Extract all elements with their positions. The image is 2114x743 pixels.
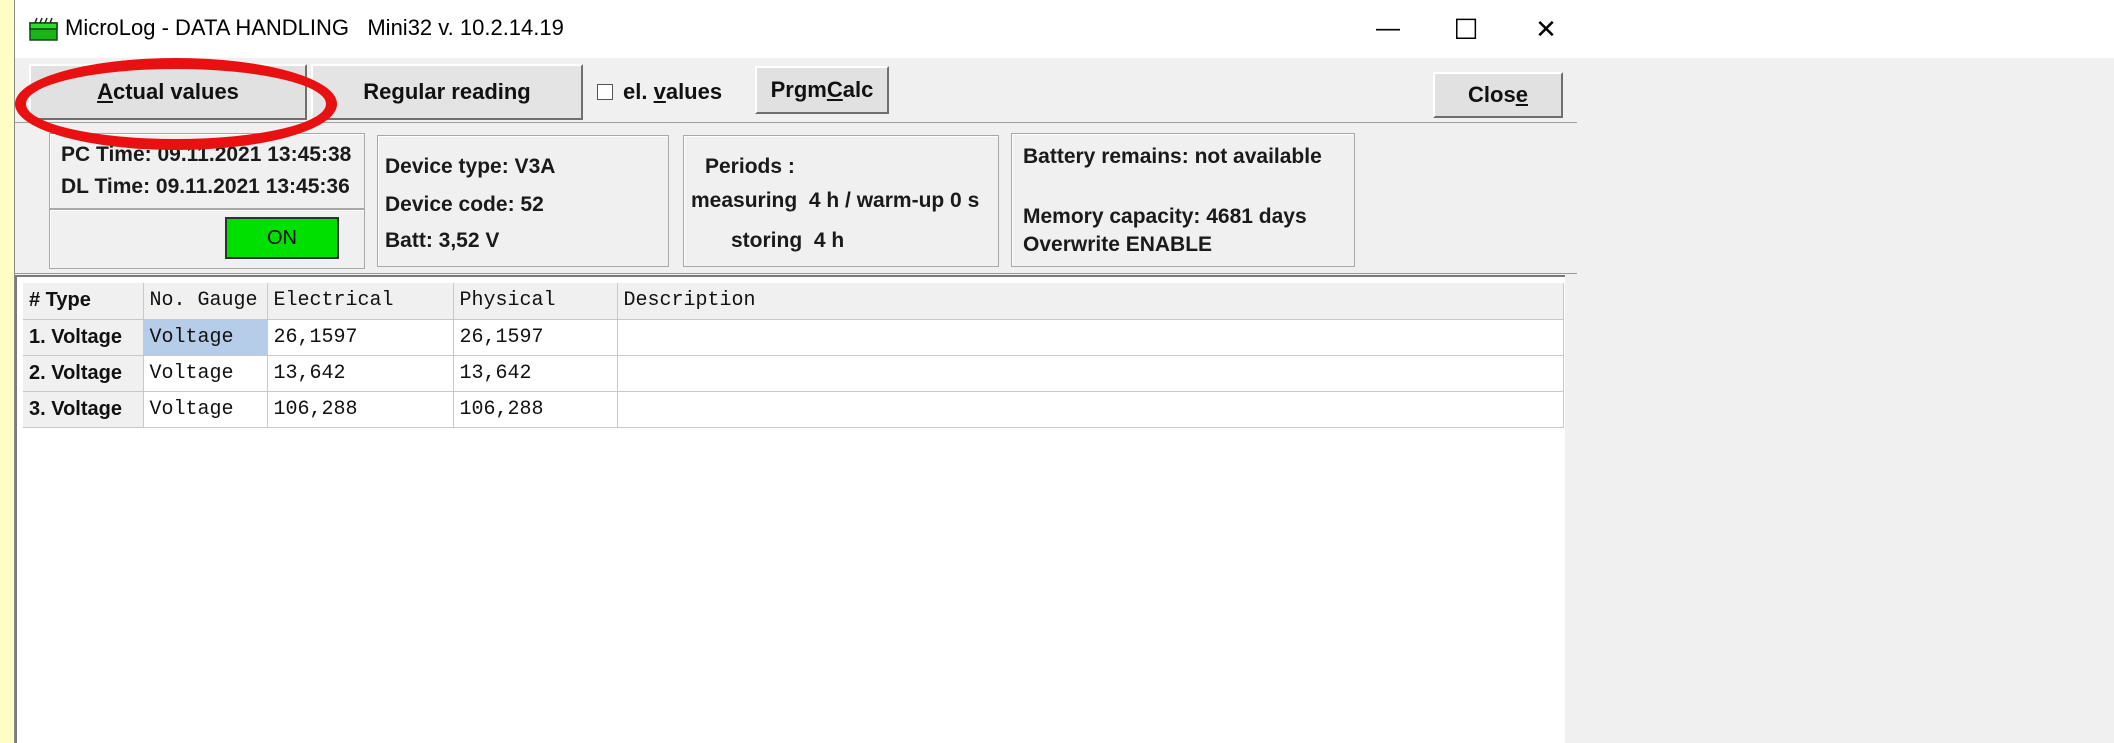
device-type: Device type: V3A bbox=[385, 155, 556, 178]
column-header-gauge[interactable]: No. Gauge bbox=[143, 283, 268, 320]
cell-gauge[interactable]: Voltage bbox=[143, 355, 268, 392]
data-grid: # Type No. Gauge Electrical Physical Des… bbox=[23, 283, 1564, 428]
status-panel: PC Time: 09.11.2021 13:45:38 DL Time: 09… bbox=[15, 123, 1577, 274]
minimize-icon: — bbox=[1376, 15, 1400, 42]
cell-description[interactable] bbox=[617, 355, 1564, 392]
checkbox-icon[interactable] bbox=[597, 84, 613, 100]
cell-physical[interactable]: 106,288 bbox=[453, 391, 618, 428]
el-values-label: el. values bbox=[623, 79, 723, 104]
pc-time: PC Time: 09.11.2021 13:45:38 bbox=[61, 143, 352, 166]
title-bar: MicroLog - DATA HANDLING Mini32 v. 10.2.… bbox=[15, 0, 2114, 58]
column-header-electrical[interactable]: Electrical bbox=[267, 283, 454, 320]
cell-gauge[interactable]: Voltage bbox=[143, 391, 268, 428]
storing-period: storing 4 h bbox=[731, 229, 845, 252]
regular-reading-button[interactable]: Re g ular reading bbox=[311, 64, 583, 120]
actual-values-button[interactable]: Actual values bbox=[29, 64, 307, 120]
dl-time: DL Time: 09.11.2021 13:45:36 bbox=[61, 175, 350, 198]
battery-voltage: Batt: 3,52 V bbox=[385, 229, 500, 252]
row-type[interactable]: 2. Voltage bbox=[23, 355, 144, 392]
minimize-button[interactable]: — bbox=[1355, 0, 1421, 58]
window-title: MicroLog - DATA HANDLING Mini32 v. 10.2.… bbox=[65, 15, 564, 40]
overwrite-status: Overwrite ENABLE bbox=[1023, 233, 1213, 256]
green-folder-icon bbox=[29, 17, 58, 41]
row-type[interactable]: 3. Voltage bbox=[23, 391, 144, 428]
row-type[interactable]: 1. Voltage bbox=[23, 319, 144, 356]
close-button[interactable]: Clos e bbox=[1433, 72, 1563, 118]
cell-description[interactable] bbox=[617, 391, 1564, 428]
device-code: Device code: 52 bbox=[385, 193, 544, 216]
maximize-icon: ☐ bbox=[1453, 13, 1479, 45]
cell-description[interactable] bbox=[617, 319, 1564, 356]
close-window-button[interactable]: ✕ bbox=[1513, 0, 1579, 58]
cell-electrical[interactable]: 106,288 bbox=[267, 391, 454, 428]
periods-title: Periods : bbox=[705, 155, 795, 178]
cell-electrical[interactable]: 26,1597 bbox=[267, 319, 454, 356]
cell-physical[interactable]: 13,642 bbox=[453, 355, 618, 392]
cell-gauge[interactable]: Voltage bbox=[143, 319, 268, 356]
prgm-calc-button[interactable]: Prgm Calc bbox=[755, 66, 889, 114]
column-header-physical[interactable]: Physical bbox=[453, 283, 618, 320]
data-grid-area[interactable]: # Type No. Gauge Electrical Physical Des… bbox=[15, 275, 1565, 743]
memory-capacity: Memory capacity: 4681 days bbox=[1023, 205, 1307, 228]
column-header-type[interactable]: # Type bbox=[23, 283, 144, 320]
table-row: 3. Voltage Voltage 106,288 106,288 bbox=[23, 391, 1564, 428]
battery-remains: Battery remains: not available bbox=[1023, 145, 1322, 168]
table-row: 2. Voltage Voltage 13,642 13,642 bbox=[23, 355, 1564, 392]
cell-electrical[interactable]: 13,642 bbox=[267, 355, 454, 392]
grid-header-row: # Type No. Gauge Electrical Physical Des… bbox=[23, 283, 1564, 320]
toolbar: Actual values Re g ular reading el. values… bbox=[15, 58, 1577, 123]
table-row: 1. Voltage Voltage 26,1597 26,1597 bbox=[23, 319, 1564, 356]
close-icon: ✕ bbox=[1535, 13, 1557, 44]
el-values-checkbox[interactable]: el. values bbox=[597, 72, 722, 112]
on-indicator: ON bbox=[225, 217, 339, 259]
column-header-description[interactable]: Description bbox=[617, 283, 1564, 320]
application-window: MicroLog - DATA HANDLING Mini32 v. 10.2.… bbox=[14, 0, 2114, 743]
cell-physical[interactable]: 26,1597 bbox=[453, 319, 618, 356]
measuring-period: measuring 4 h / warm-up 0 s bbox=[691, 189, 980, 212]
maximize-button[interactable]: ☐ bbox=[1433, 0, 1499, 58]
